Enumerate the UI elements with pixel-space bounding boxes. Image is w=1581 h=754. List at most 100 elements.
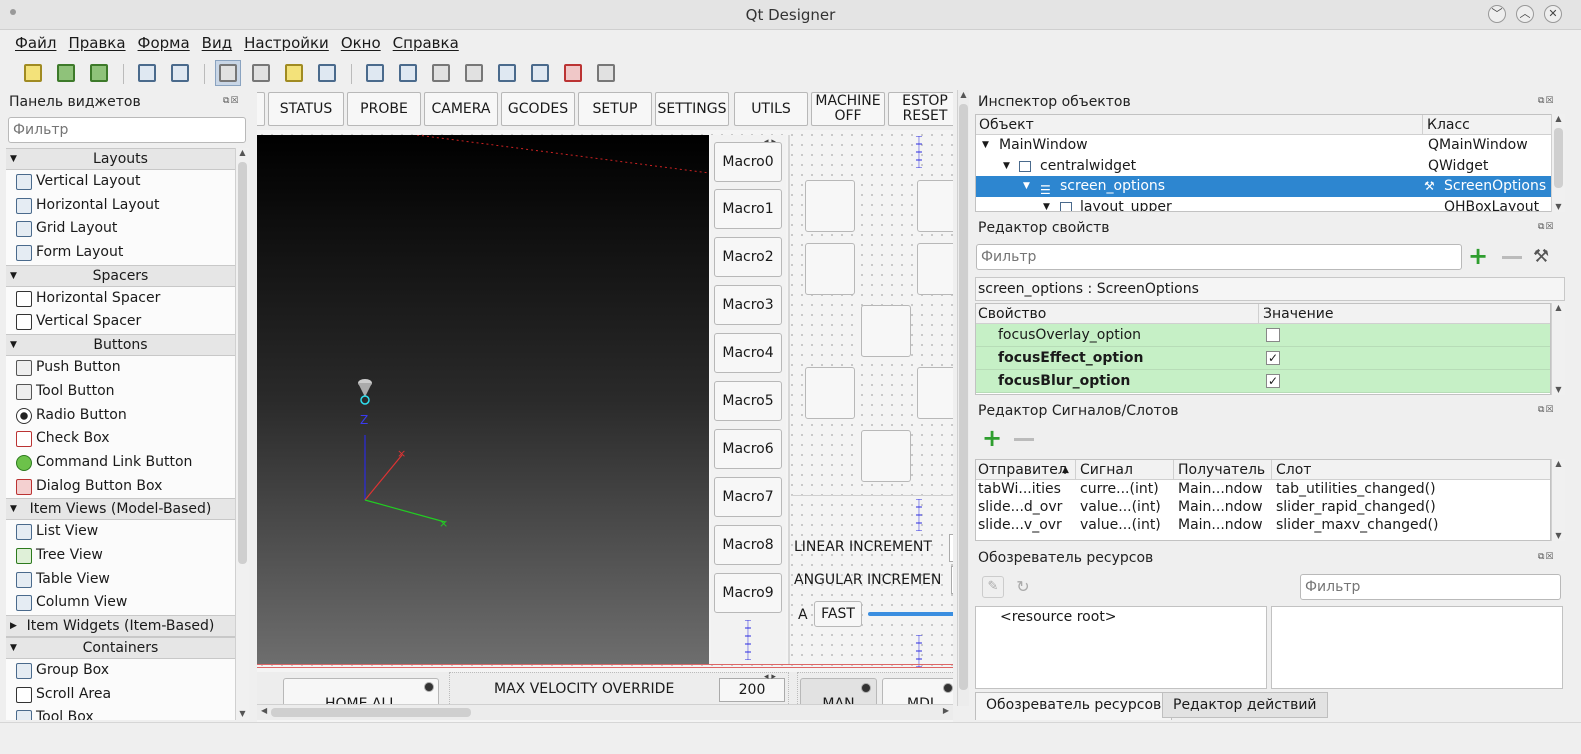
connection-row[interactable]: slide...v_ovr value...(int) Main...ndow sli… <box>976 516 1550 534</box>
linear-increment-combo[interactable] <box>949 534 953 562</box>
resource-root-item[interactable]: <resource root> <box>976 607 1266 625</box>
remove-property-icon[interactable] <box>1502 256 1522 259</box>
category-spacers[interactable]: ▼ Spacers <box>6 264 235 287</box>
object-tree-scrollbar[interactable]: ▲ ▼ <box>1551 114 1565 212</box>
widget-tool-box[interactable]: Tool Box <box>6 706 235 720</box>
macro-6-button[interactable]: Macro6 <box>714 429 782 469</box>
focusoverlay-checkbox[interactable] <box>1266 328 1280 342</box>
new-form-button[interactable] <box>20 60 46 86</box>
tab-resource-browser[interactable]: Обозреватель ресурсов <box>975 692 1173 720</box>
category-item-views[interactable]: ▼ Item Views (Model-Based) <box>6 498 235 521</box>
add-connection-icon[interactable]: + <box>982 426 1002 450</box>
menu-view[interactable]: Вид <box>196 31 238 55</box>
canvas-vscrollbar[interactable]: ▲ <box>957 90 969 706</box>
macro-8-button[interactable]: Macro8 <box>714 525 782 565</box>
resource-filter-input[interactable] <box>1300 574 1561 600</box>
tree-row-layout-upper[interactable]: ▼ layout_upper QHBoxLayout <box>976 197 1564 211</box>
tree-row-centralwidget[interactable]: ▼ centralwidget QWidget <box>976 156 1564 177</box>
widget-horizontal-spacer[interactable]: Horizontal Spacer <box>6 287 235 311</box>
open-form-button[interactable] <box>53 60 79 86</box>
lay-out-horizontally-button[interactable] <box>362 60 388 86</box>
macro-3-button[interactable]: Macro3 <box>714 285 782 325</box>
form-layout-button[interactable] <box>527 60 553 86</box>
menu-file[interactable]: Файл <box>9 31 62 55</box>
bring-to-front-button[interactable] <box>167 60 193 86</box>
property-table-scrollbar[interactable]: ▲ ▼ <box>1551 303 1565 395</box>
category-containers[interactable]: ▼ Containers <box>6 637 235 659</box>
jog-button[interactable] <box>805 180 855 232</box>
remove-connection-icon[interactable] <box>1014 438 1034 441</box>
edit-buddies-button[interactable] <box>281 60 307 86</box>
tab-setup[interactable]: SETUP <box>578 92 652 126</box>
jog-button[interactable] <box>805 243 855 295</box>
widget-horizontal-layout[interactable]: Horizontal Layout <box>6 194 235 218</box>
grid-layout-button[interactable] <box>494 60 520 86</box>
widget-push-button[interactable]: Push Button <box>6 356 235 380</box>
macro-4-button[interactable]: Macro4 <box>714 333 782 373</box>
tab-gcodes[interactable]: GCODES <box>501 92 575 126</box>
menu-help[interactable]: Справка <box>387 31 465 55</box>
save-form-button[interactable] <box>86 60 112 86</box>
3d-viewport[interactable]: × × Z <box>257 135 709 665</box>
widget-table-view[interactable]: Table View <box>6 568 235 592</box>
widget-grid-layout[interactable]: Grid Layout <box>6 217 235 241</box>
dock-float-close-icon[interactable]: ⧉☒ <box>1538 222 1555 232</box>
category-layouts[interactable]: ▼ Layouts <box>6 148 235 170</box>
jog-button[interactable] <box>805 367 855 419</box>
edit-tab-order-button[interactable] <box>314 60 340 86</box>
horizontal-splitter-button[interactable] <box>428 60 454 86</box>
fast-button[interactable]: FAST <box>814 601 862 627</box>
connection-row[interactable]: tabWi...ities curre...(int) Main...ndow tab… <box>976 480 1550 498</box>
widget-check-box[interactable]: Check Box <box>6 427 235 451</box>
widget-group-box[interactable]: Group Box <box>6 659 235 683</box>
property-row-focuseffect[interactable]: focusEffect_option ✓ <box>976 347 1550 370</box>
jog-button[interactable] <box>917 243 953 295</box>
tree-row-mainwindow[interactable]: ▼ MainWindow QMainWindow <box>976 135 1564 156</box>
menu-settings[interactable]: Настройки <box>238 31 335 55</box>
macro-9-button[interactable]: Macro9 <box>714 573 782 613</box>
widget-scroll-area[interactable]: Scroll Area <box>6 683 235 707</box>
dock-float-close-icon[interactable]: ⧉☒ <box>223 96 240 106</box>
macro-5-button[interactable]: Macro5 <box>714 381 782 421</box>
dock-float-close-icon[interactable]: ⧉☒ <box>1538 405 1555 415</box>
lay-out-vertically-button[interactable] <box>395 60 421 86</box>
vertical-splitter-button[interactable] <box>461 60 487 86</box>
add-property-icon[interactable]: + <box>1468 244 1488 268</box>
estop-reset-button[interactable]: ESTOP RESET <box>888 92 953 126</box>
widget-tree-view[interactable]: Tree View <box>6 544 235 568</box>
connection-table-scrollbar[interactable]: ▲ ▼ <box>1551 459 1565 541</box>
widget-column-view[interactable]: Column View <box>6 591 235 615</box>
maximize-icon[interactable]: ︿ <box>1516 5 1534 23</box>
macro-7-button[interactable]: Macro7 <box>714 477 782 517</box>
category-buttons[interactable]: ▼ Buttons <box>6 334 235 357</box>
category-item-widgets[interactable]: ▶ Item Widgets (Item-Based) <box>6 615 235 637</box>
reload-icon[interactable]: ↻ <box>1012 576 1034 598</box>
edit-signals-button[interactable] <box>248 60 274 86</box>
widget-radio-button[interactable]: Radio Button <box>6 404 235 428</box>
macro-1-button[interactable]: Macro1 <box>714 189 782 229</box>
tab-status[interactable]: STATUS <box>268 92 344 126</box>
macro-2-button[interactable]: Macro2 <box>714 237 782 277</box>
tab-action-editor[interactable]: Редактор действий <box>1162 692 1328 718</box>
property-filter-input[interactable] <box>976 244 1462 270</box>
dock-float-close-icon[interactable]: ⧉☒ <box>1538 552 1555 562</box>
widget-vertical-layout[interactable]: Vertical Layout <box>6 170 235 194</box>
break-layout-button[interactable] <box>560 60 586 86</box>
jog-button[interactable] <box>917 180 953 232</box>
connection-row[interactable]: slide...d_ovr value...(int) Main...ndow sli… <box>976 498 1550 516</box>
configure-icon[interactable]: ⚒ <box>1533 246 1549 267</box>
close-icon[interactable]: ✕ <box>1544 5 1562 23</box>
minimize-icon[interactable]: ﹀ <box>1488 5 1506 23</box>
property-row-focusblur[interactable]: focusBlur_option ✓ <box>976 370 1550 393</box>
menu-window[interactable]: Окно <box>335 31 387 55</box>
machine-off-button[interactable]: MACHINE OFF <box>811 92 885 126</box>
focusblur-checkbox[interactable]: ✓ <box>1266 374 1280 388</box>
focuseffect-checkbox[interactable]: ✓ <box>1266 351 1280 365</box>
canvas-hscrollbar[interactable]: ◀ ▶ <box>257 704 953 720</box>
macro-0-button[interactable]: Macro0 <box>714 142 782 182</box>
tab-camera[interactable]: CAMERA <box>424 92 498 126</box>
widget-tool-button[interactable]: Tool Button <box>6 380 235 404</box>
angular-increment-combo[interactable] <box>951 566 953 594</box>
widget-vertical-spacer[interactable]: Vertical Spacer <box>6 310 235 334</box>
edit-resources-icon[interactable]: ✎ <box>982 576 1004 598</box>
